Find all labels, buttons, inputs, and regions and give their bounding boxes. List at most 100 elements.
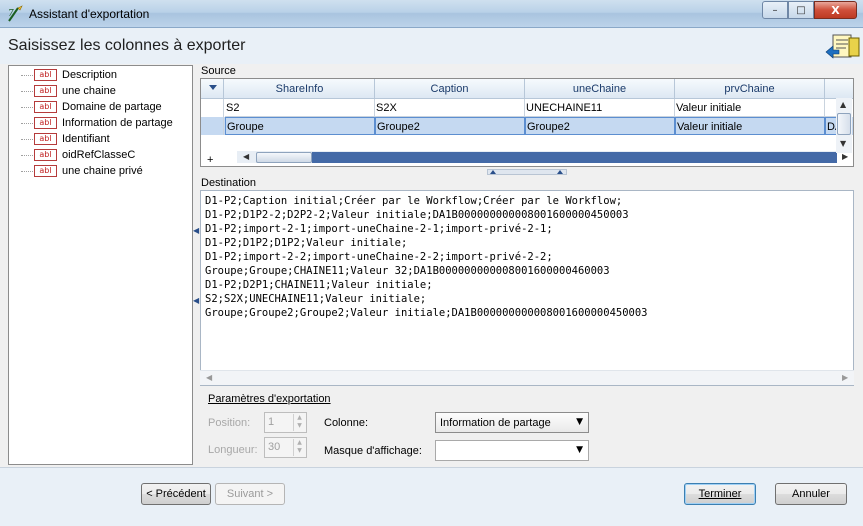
dropdown-triangle-icon bbox=[209, 85, 217, 90]
finish-button[interactable]: Terminer bbox=[684, 483, 756, 505]
scroll-right-icon[interactable]: ▶ bbox=[842, 152, 848, 161]
field-label: une chaine bbox=[62, 85, 116, 97]
table-row[interactable]: S2 S2X UNECHAINE11 Valeur initiale bbox=[201, 99, 853, 117]
destination-line: D1-P2;D1P2-2;D2P2-2;Valeur initiale;DA1B… bbox=[205, 209, 629, 221]
list-item[interactable]: abl Identifiant bbox=[9, 131, 192, 147]
minimize-button[interactable]: – bbox=[762, 1, 788, 19]
table-cell[interactable]: UNECHAINE11 bbox=[525, 99, 675, 117]
chevron-down-icon: ▼ bbox=[576, 417, 583, 427]
field-label: une chaine privé bbox=[62, 165, 143, 177]
text-field-icon: abl bbox=[34, 85, 57, 97]
row-gutter bbox=[201, 99, 224, 117]
spin-arrows-icon[interactable]: ▲ ▼ bbox=[293, 414, 305, 431]
table-cell[interactable]: Groupe bbox=[225, 117, 375, 135]
field-label: Identifiant bbox=[62, 133, 110, 145]
table-cell[interactable]: Groupe2 bbox=[525, 117, 675, 135]
export-wizard-icon bbox=[825, 34, 860, 59]
destination-label: Destination bbox=[201, 177, 257, 189]
next-button[interactable]: Suivant > bbox=[215, 483, 285, 505]
list-item[interactable]: abl Description bbox=[9, 67, 192, 83]
window-title: Assistant d'exportation bbox=[29, 7, 150, 21]
destination-line: Groupe;Groupe;CHAINE11;Valeur 32;DA1B000… bbox=[205, 265, 610, 277]
text-field-icon: abl bbox=[34, 69, 57, 81]
destination-line: D1-P2;Caption initial;Créer par le Workf… bbox=[205, 195, 623, 207]
field-list: abl Description abl une chaine abl Domai… bbox=[8, 65, 193, 465]
scroll-right-icon[interactable]: ▶ bbox=[842, 373, 848, 382]
scroll-down-icon[interactable]: ▼ bbox=[840, 139, 846, 148]
field-label: Information de partage bbox=[62, 117, 173, 129]
column-select[interactable]: Information de partage ▼ bbox=[435, 412, 589, 433]
row-selector[interactable] bbox=[201, 79, 224, 99]
scroll-left-icon[interactable]: ◀ bbox=[243, 152, 249, 161]
list-item[interactable]: abl Domaine de partage bbox=[9, 99, 192, 115]
destination-line: D1-P2;import-2-1;import-uneChaine-2-1;im… bbox=[205, 223, 553, 235]
destination-line: D1-P2;D1P2;D1P2;Valeur initiale; bbox=[205, 237, 408, 249]
move-left-icon[interactable]: ◀ bbox=[193, 226, 199, 235]
svg-text:7: 7 bbox=[8, 9, 14, 19]
text-field-icon: abl bbox=[34, 133, 57, 145]
table-cell[interactable]: S2X bbox=[375, 99, 525, 117]
column-header[interactable]: prvChaine bbox=[675, 79, 825, 99]
scroll-up-icon[interactable]: ▲ bbox=[840, 100, 846, 109]
text-field-icon: abl bbox=[34, 101, 57, 113]
list-item[interactable]: abl Information de partage bbox=[9, 115, 192, 131]
destination-textarea[interactable]: D1-P2;Caption initial;Créer par le Workf… bbox=[200, 190, 854, 386]
move-left-icon[interactable]: ◀ bbox=[193, 296, 199, 305]
table-cell[interactable]: Groupe2 bbox=[375, 117, 525, 135]
table-cell[interactable]: Valeur initiale bbox=[675, 117, 825, 135]
splitter-up-icon[interactable] bbox=[557, 170, 563, 174]
destination-line: Groupe;Groupe2;Groupe2;Valeur initiale;D… bbox=[205, 307, 648, 319]
cancel-button[interactable]: Annuler bbox=[775, 483, 847, 505]
source-scroll-thumb[interactable] bbox=[256, 152, 312, 163]
table-cell[interactable]: Valeur initiale bbox=[675, 99, 825, 117]
add-row-button[interactable]: + bbox=[207, 154, 213, 166]
destination-horizontal-scrollbar[interactable] bbox=[200, 370, 854, 385]
text-field-icon: abl bbox=[34, 117, 57, 129]
column-header[interactable]: Caption bbox=[375, 79, 525, 99]
scroll-left-icon[interactable]: ◀ bbox=[206, 373, 212, 382]
row-gutter bbox=[201, 117, 224, 135]
mask-label: Masque d'affichage: bbox=[324, 445, 422, 457]
source-scroll-track-fill bbox=[312, 152, 837, 163]
list-item[interactable]: abl une chaine bbox=[9, 83, 192, 99]
close-button[interactable]: X bbox=[814, 1, 857, 19]
position-stepper[interactable]: 1 ▲ ▼ bbox=[264, 412, 307, 433]
list-item[interactable]: abl oidRefClasseC bbox=[9, 147, 192, 163]
spin-arrows-icon[interactable]: ▲ ▼ bbox=[293, 439, 305, 456]
position-label: Position: bbox=[208, 417, 251, 429]
table-row-selected[interactable]: Groupe Groupe2 Groupe2 Valeur initiale D… bbox=[201, 117, 853, 135]
field-label: oidRefClasseC bbox=[62, 149, 136, 161]
destination-line: D1-P2;D2P1;CHAINE11;Valeur initiale; bbox=[205, 279, 433, 291]
previous-button[interactable]: < Précédent bbox=[141, 483, 211, 505]
text-field-icon: abl bbox=[34, 149, 57, 161]
length-label: Longueur: bbox=[208, 444, 258, 456]
params-title: Paramètres d'exportation bbox=[208, 393, 331, 405]
splitter-handle[interactable] bbox=[487, 169, 567, 175]
text-field-icon: abl bbox=[34, 165, 57, 177]
destination-line: D1-P2;import-2-2;import-uneChaine-2-2;im… bbox=[205, 251, 553, 263]
source-vscroll-thumb[interactable] bbox=[837, 113, 851, 135]
table-cell[interactable]: S2 bbox=[225, 99, 375, 117]
column-header[interactable]: uneChaine bbox=[525, 79, 675, 99]
grid-header: ShareInfo Caption uneChaine prvChaine bbox=[201, 79, 853, 99]
length-stepper[interactable]: 30 ▲ ▼ bbox=[264, 437, 307, 458]
wizard-app-icon: 7 bbox=[8, 5, 23, 22]
column-header[interactable]: ShareInfo bbox=[225, 79, 375, 99]
source-label: Source bbox=[201, 65, 236, 77]
position-value: 1 bbox=[268, 416, 275, 428]
chevron-down-icon: ▼ bbox=[576, 445, 583, 455]
length-value: 30 bbox=[268, 441, 281, 453]
splitter-up-icon[interactable] bbox=[490, 170, 496, 174]
column-label: Colonne: bbox=[324, 417, 369, 429]
field-label: Description bbox=[62, 69, 118, 81]
title-bar: 7 Assistant d'exportation – □ X bbox=[0, 0, 863, 28]
finish-label: Terminer bbox=[698, 488, 742, 500]
field-label: Domaine de partage bbox=[62, 101, 162, 113]
mask-select[interactable]: ▼ bbox=[435, 440, 589, 461]
wizard-header: Saisissez les colonnes à exporter bbox=[0, 28, 863, 64]
maximize-button[interactable]: □ bbox=[788, 1, 814, 19]
column-select-value: Information de partage bbox=[440, 417, 551, 429]
list-item[interactable]: abl une chaine privé bbox=[9, 163, 192, 179]
destination-line: S2;S2X;UNECHAINE11;Valeur initiale; bbox=[205, 293, 427, 305]
page-title: Saisissez les colonnes à exporter bbox=[8, 37, 246, 54]
